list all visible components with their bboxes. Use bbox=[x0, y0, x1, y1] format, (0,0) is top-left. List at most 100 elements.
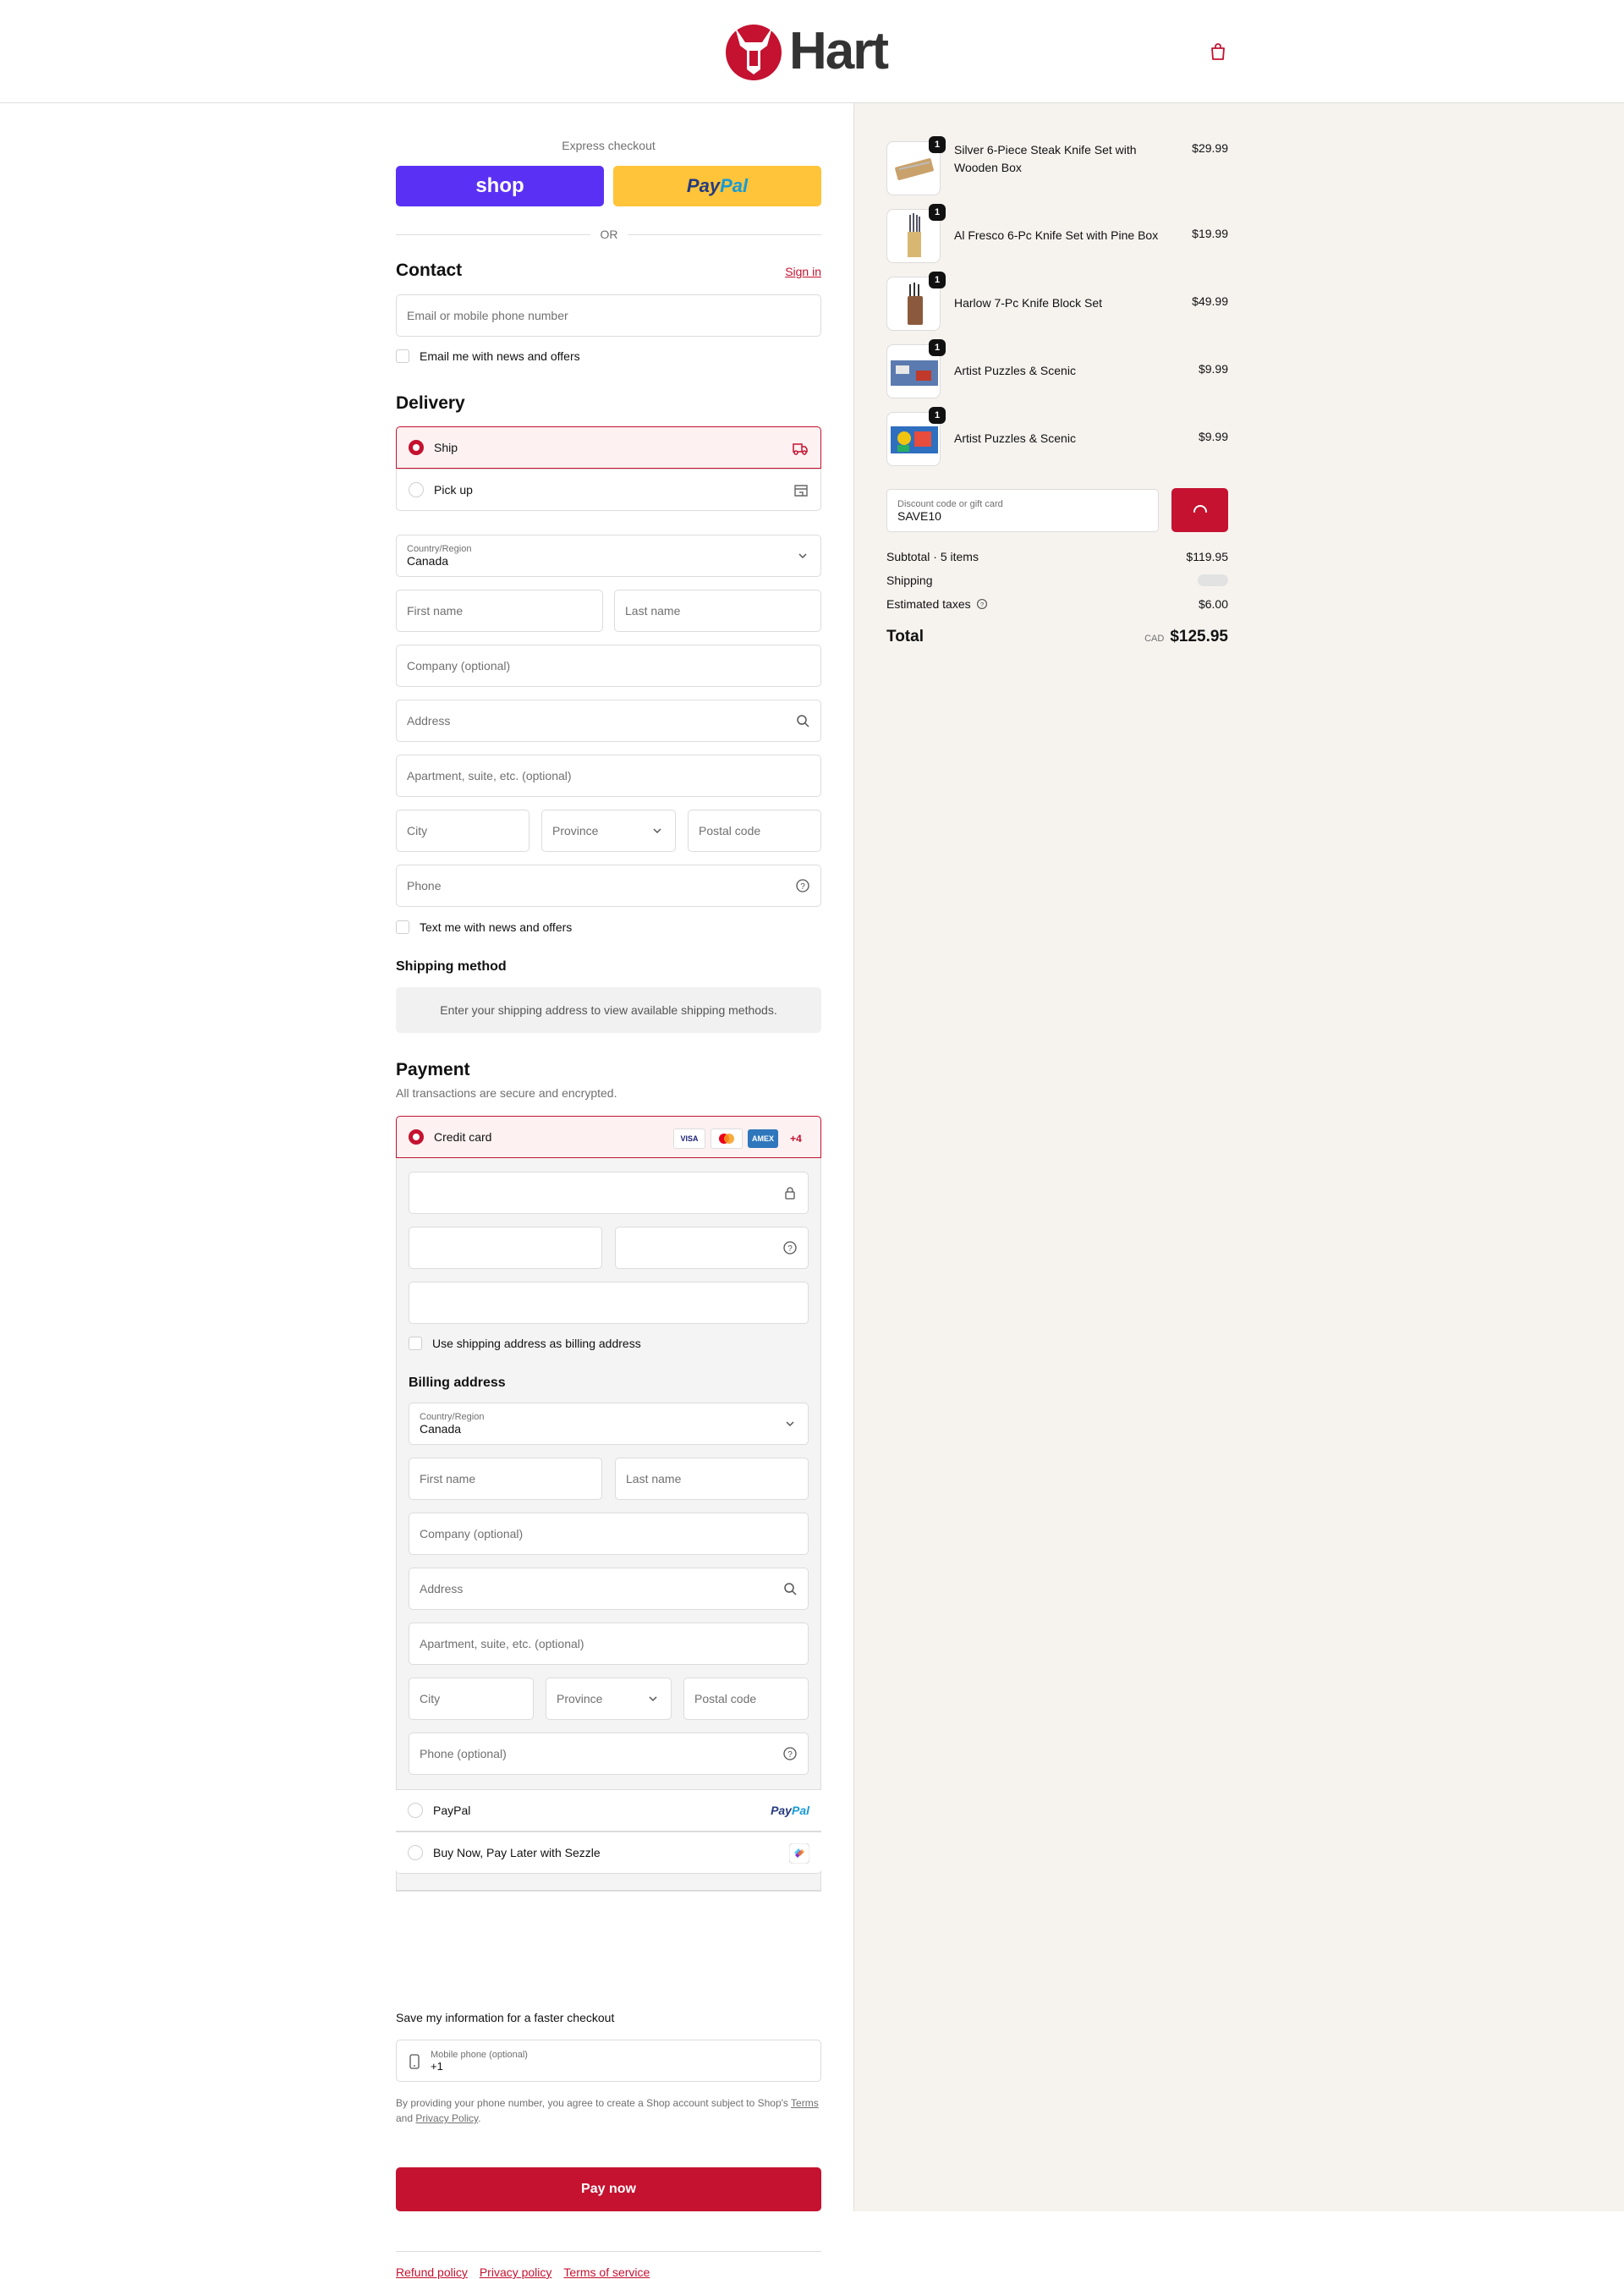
use-shipping-checkbox[interactable]: Use shipping address as billing address bbox=[409, 1337, 641, 1350]
phone-field[interactable]: Phone ? bbox=[396, 865, 821, 907]
billing-apartment-field[interactable]: Apartment, suite, etc. (optional) bbox=[409, 1623, 809, 1665]
billing-postal-code-field[interactable]: Postal code bbox=[683, 1678, 809, 1720]
help-circle-icon[interactable]: ? bbox=[782, 1746, 798, 1761]
billing-company-placeholder: Company (optional) bbox=[420, 1527, 524, 1540]
checkbox-box[interactable] bbox=[396, 349, 409, 363]
truck-icon bbox=[793, 443, 808, 455]
shop-pay-button[interactable]: shop bbox=[396, 166, 604, 206]
city-field[interactable]: City bbox=[396, 810, 529, 852]
email-news-checkbox[interactable]: Email me with news and offers bbox=[396, 349, 580, 363]
help-circle-icon[interactable]: ? bbox=[795, 878, 810, 893]
mobile-phone-icon bbox=[409, 2054, 420, 2069]
billing-address-field[interactable]: Address bbox=[409, 1568, 809, 1610]
taxes-value: $6.00 bbox=[1198, 597, 1228, 611]
card-number-field[interactable] bbox=[409, 1172, 809, 1214]
payment-option-paypal[interactable]: PayPal PayPal bbox=[396, 1789, 821, 1831]
order-item: 1 Al Fresco 6-Pc Knife Set with Pine Box… bbox=[886, 204, 1228, 263]
billing-address-title: Billing address bbox=[409, 1376, 506, 1390]
billing-province-placeholder: Province bbox=[557, 1692, 603, 1705]
paypal-logo-b: Pal bbox=[791, 1804, 809, 1817]
radio-pickup[interactable] bbox=[409, 482, 424, 497]
help-circle-icon[interactable]: ? bbox=[782, 1240, 798, 1255]
shopping-bag-icon[interactable] bbox=[1208, 41, 1228, 62]
chevron-down-icon bbox=[798, 553, 807, 559]
billing-last-name-placeholder: Last name bbox=[626, 1472, 682, 1485]
billing-city-field[interactable]: City bbox=[409, 1678, 534, 1720]
total-label: Total bbox=[886, 628, 924, 645]
privacy-policy-link[interactable]: Privacy Policy bbox=[415, 2112, 478, 2124]
address-field[interactable]: Address bbox=[396, 700, 821, 742]
radio-paypal[interactable] bbox=[408, 1803, 423, 1818]
payment-option-credit-card[interactable]: Credit card VISA AMEX +4 bbox=[396, 1116, 821, 1158]
billing-company-field[interactable]: Company (optional) bbox=[409, 1513, 809, 1555]
billing-country-select[interactable]: Country/Region Canada bbox=[409, 1403, 809, 1445]
apartment-field[interactable]: Apartment, suite, etc. (optional) bbox=[396, 755, 821, 797]
radio-sezzle[interactable] bbox=[408, 1845, 423, 1860]
delivery-option-pickup[interactable]: Pick up bbox=[396, 469, 821, 511]
privacy-policy-footer-link[interactable]: Privacy policy bbox=[480, 2265, 552, 2279]
refund-policy-link[interactable]: Refund policy bbox=[396, 2265, 468, 2279]
text-news-checkbox[interactable]: Text me with news and offers bbox=[396, 920, 572, 934]
province-select[interactable]: Province bbox=[541, 810, 676, 852]
country-label: Country/Region bbox=[407, 544, 472, 554]
sign-in-link[interactable]: Sign in bbox=[785, 265, 821, 278]
paypal-label-a: Pay bbox=[686, 175, 721, 196]
header: Hart bbox=[0, 0, 1624, 103]
discount-code-field[interactable]: Discount code or gift card SAVE10 bbox=[886, 489, 1159, 532]
security-code-field[interactable]: ? bbox=[615, 1227, 809, 1269]
discount-label: Discount code or gift card bbox=[897, 498, 1003, 509]
legal-and: and bbox=[396, 2112, 414, 2124]
name-on-card-field[interactable] bbox=[409, 1282, 809, 1324]
billing-postal-placeholder: Postal code bbox=[694, 1692, 757, 1705]
help-circle-icon[interactable]: ? bbox=[976, 598, 988, 610]
last-name-field[interactable]: Last name bbox=[614, 590, 821, 632]
billing-last-name-field[interactable]: Last name bbox=[615, 1458, 809, 1500]
postal-code-field[interactable]: Postal code bbox=[688, 810, 821, 852]
radio-ship[interactable] bbox=[409, 440, 424, 455]
bull-logo-icon bbox=[726, 25, 782, 80]
apartment-placeholder: Apartment, suite, etc. (optional) bbox=[407, 769, 572, 783]
payment-option-sezzle[interactable]: Buy Now, Pay Later with Sezzle bbox=[396, 1831, 821, 1874]
store-icon bbox=[794, 485, 808, 497]
terms-of-service-link[interactable]: Terms of service bbox=[563, 2265, 650, 2279]
legal-text: By providing your phone number, you agre… bbox=[396, 2095, 821, 2126]
billing-city-placeholder: City bbox=[420, 1692, 441, 1705]
apply-discount-button[interactable] bbox=[1171, 488, 1228, 532]
save-info-title: Save my information for a faster checkou… bbox=[396, 2011, 615, 2024]
discount-value: SAVE10 bbox=[897, 508, 941, 523]
delivery-option-ship[interactable]: Ship bbox=[396, 426, 821, 469]
expiry-field[interactable] bbox=[409, 1227, 602, 1269]
subtotal-label: Subtotal · 5 items bbox=[886, 550, 979, 563]
billing-first-name-field[interactable]: First name bbox=[409, 1458, 602, 1500]
mobile-phone-field[interactable]: Mobile phone (optional) +1 bbox=[396, 2040, 821, 2082]
mastercard-icon bbox=[710, 1129, 743, 1149]
visa-icon: VISA bbox=[673, 1129, 705, 1149]
email-news-label: Email me with news and offers bbox=[420, 349, 580, 363]
item-price: $9.99 bbox=[1198, 362, 1228, 376]
paypal-button[interactable]: Pay Pal bbox=[613, 166, 821, 206]
email-field[interactable]: Email or mobile phone number bbox=[396, 294, 821, 337]
terms-link[interactable]: Terms bbox=[791, 2097, 819, 2109]
pay-now-button[interactable]: Pay now bbox=[396, 2167, 821, 2211]
payment-title: Payment bbox=[396, 1060, 470, 1079]
currency-code: CAD bbox=[1144, 634, 1165, 644]
checkbox-box[interactable] bbox=[396, 920, 409, 934]
billing-province-select[interactable]: Province bbox=[546, 1678, 672, 1720]
country-select[interactable]: Country/Region Canada bbox=[396, 535, 821, 577]
mobile-value: +1 bbox=[431, 2059, 443, 2073]
radio-credit-card[interactable] bbox=[409, 1129, 424, 1145]
brand-logo[interactable]: Hart bbox=[723, 20, 889, 81]
delivery-title: Delivery bbox=[396, 393, 465, 413]
order-item: 1 Artist Puzzles & Scenic $9.99 bbox=[886, 339, 1228, 398]
order-item: 1 Harlow 7-Pc Knife Block Set $49.99 bbox=[886, 272, 1228, 331]
first-name-field[interactable]: First name bbox=[396, 590, 603, 632]
checkbox-box[interactable] bbox=[409, 1337, 422, 1350]
taxes-row: Estimated taxes ? $6.00 bbox=[886, 597, 1228, 611]
company-field[interactable]: Company (optional) bbox=[396, 645, 821, 687]
credit-card-panel: ? Use shipping address as billing addres… bbox=[396, 1158, 821, 1891]
paypal-logo-a: Pay bbox=[771, 1804, 792, 1817]
billing-phone-field[interactable]: Phone (optional) ? bbox=[409, 1733, 809, 1775]
first-name-placeholder: First name bbox=[407, 604, 464, 618]
item-name: Harlow 7-Pc Knife Block Set bbox=[954, 296, 1103, 310]
chevron-down-icon bbox=[786, 1421, 794, 1427]
